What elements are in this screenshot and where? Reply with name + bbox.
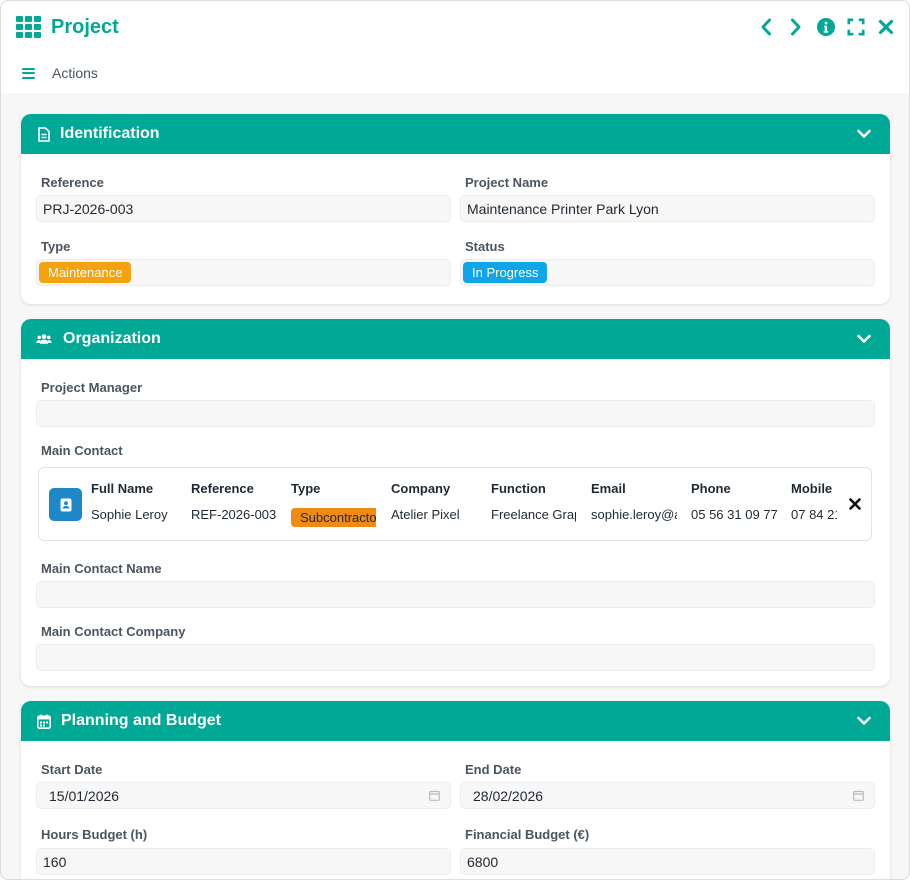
financial-budget-input[interactable]: 6800 (460, 848, 875, 875)
identification-title: Identification (60, 125, 160, 142)
main-contact-company-label: Main Contact Company (41, 624, 186, 639)
start-date-label: Start Date (41, 762, 103, 777)
mobile-value: 07 84 21 65 30 (791, 507, 837, 522)
chevron-right-icon[interactable] (787, 17, 805, 37)
company-header: Company (391, 481, 451, 496)
financial-budget-label: Financial Budget (€) (465, 827, 590, 842)
grid-icon (16, 16, 41, 38)
function-value: Freelance Graphic Designer (491, 507, 576, 522)
project-manager-field[interactable] (36, 400, 875, 427)
function-header: Function (491, 481, 546, 496)
company-value: Atelier Pixel (391, 507, 460, 522)
project-name-label: Project Name (465, 175, 549, 190)
title-bar: Project (1, 1, 909, 53)
remove-contact-icon[interactable] (848, 497, 862, 511)
menu-icon[interactable] (22, 67, 35, 79)
mobile-header: Mobile (791, 481, 833, 496)
organization-panel: Organization Project Manager Main Contac… (21, 319, 890, 686)
contact-col-mobile: Mobile 07 84 21 65 30 (791, 468, 837, 542)
reference-header: Reference (191, 481, 254, 496)
status-field[interactable]: In Progress (460, 259, 875, 286)
reference-label: Reference (41, 175, 104, 190)
full-name-value: Sophie Leroy (91, 507, 168, 522)
email-header: Email (591, 481, 626, 496)
contact-col-reference: Reference REF-2026-003 (191, 468, 276, 542)
status-label: Status (465, 239, 505, 254)
type-field[interactable]: Maintenance (36, 259, 451, 286)
end-date-input[interactable]: 28/02/2026 (460, 782, 875, 809)
reference-field[interactable]: PRJ-2026-003 (36, 195, 451, 222)
reference-value: REF-2026-003 (191, 507, 276, 522)
full-name-header: Full Name (91, 481, 154, 496)
contact-col-full-name: Full Name Sophie Leroy (91, 468, 177, 542)
planning-header[interactable]: Planning and Budget (21, 701, 890, 741)
window-tools (757, 17, 895, 37)
end-date-value: 28/02/2026 (473, 787, 544, 804)
organization-title: Organization (63, 330, 161, 347)
info-icon[interactable] (817, 17, 835, 37)
reference-value: PRJ-2026-003 (43, 200, 134, 217)
chevron-down-icon[interactable] (856, 126, 872, 142)
start-date-value: 15/01/2026 (49, 787, 120, 804)
contact-col-company: Company Atelier Pixel (391, 468, 476, 542)
status-badge: In Progress (463, 262, 548, 283)
main-contact-company-field[interactable] (36, 644, 875, 671)
actions-bar: Actions (1, 53, 909, 93)
document-icon (36, 126, 52, 142)
contact-col-email: Email sophie.leroy@atelierpixel.fr (591, 468, 677, 542)
identification-panel: Identification Reference PRJ-2026-003 Pr… (21, 114, 890, 304)
hours-budget-label: Hours Budget (h) (41, 827, 148, 842)
contact-col-phone: Phone 05 56 31 09 77 (691, 468, 777, 542)
users-icon (36, 331, 52, 347)
chevron-down-icon[interactable] (856, 713, 872, 729)
hours-budget-value: 160 (43, 853, 67, 870)
planning-title: Planning and Budget (61, 712, 221, 729)
main-contact-name-label: Main Contact Name (41, 561, 162, 576)
actions-menu[interactable]: Actions (52, 65, 98, 81)
type-badge: Maintenance (39, 262, 132, 283)
project-window: Project Actions Identification Reference… (0, 0, 910, 880)
window-title: Project (51, 15, 119, 38)
identification-header[interactable]: Identification (21, 114, 890, 154)
hours-budget-input[interactable]: 160 (36, 848, 451, 875)
phone-value: 05 56 31 09 77 (691, 507, 777, 522)
project-manager-label: Project Manager (41, 380, 143, 395)
form-content: Identification Reference PRJ-2026-003 Pr… (1, 93, 909, 879)
contact-col-type: Type Subcontractor (291, 468, 376, 542)
organization-header[interactable]: Organization (21, 319, 890, 359)
phone-header: Phone (691, 481, 731, 496)
main-contact-name-field[interactable] (36, 581, 875, 608)
window-header: Project Actions (1, 1, 909, 93)
main-contact-card[interactable]: Full Name Sophie Leroy Reference REF-202… (38, 467, 872, 541)
email-value: sophie.leroy@atelierpixel.fr (591, 507, 677, 522)
project-name-field[interactable]: Maintenance Printer Park Lyon (460, 195, 875, 222)
close-icon[interactable] (877, 17, 895, 37)
calendar-picker-icon[interactable] (853, 790, 864, 801)
type-header: Type (291, 481, 321, 496)
project-name-value: Maintenance Printer Park Lyon (467, 200, 659, 217)
contact-col-function: Function Freelance Graphic Designer (491, 468, 576, 542)
chevron-left-icon[interactable] (757, 17, 775, 37)
calendar-picker-icon[interactable] (429, 790, 440, 801)
contact-type-badge: Subcontractor (291, 508, 376, 527)
start-date-input[interactable]: 15/01/2026 (36, 782, 451, 809)
chevron-down-icon[interactable] (856, 331, 872, 347)
planning-panel: Planning and Budget Start Date 15/01/202… (21, 701, 890, 879)
contact-card-icon (49, 488, 82, 521)
end-date-label: End Date (465, 762, 522, 777)
fullscreen-icon[interactable] (847, 17, 865, 37)
type-label: Type (41, 239, 71, 254)
main-contact-label: Main Contact (41, 443, 123, 458)
financial-budget-value: 6800 (467, 853, 499, 870)
calendar-icon (36, 713, 52, 729)
